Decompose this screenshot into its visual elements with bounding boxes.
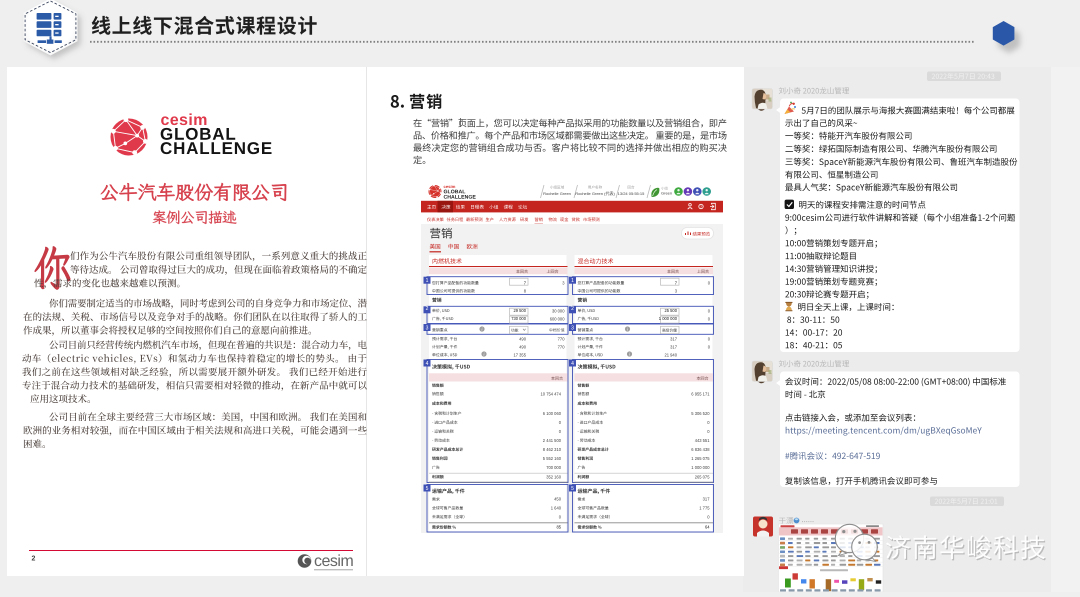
svg-text:3: 3 — [571, 326, 574, 332]
svg-text:1 640: 1 640 — [551, 506, 562, 511]
svg-text:490: 490 — [519, 336, 527, 341]
svg-text:600 000: 600 000 — [550, 316, 566, 321]
svg-text:Rochelle Green: Rochelle Green — [543, 191, 571, 196]
svg-text:6 100 060: 6 100 060 — [543, 411, 562, 416]
svg-text:85: 85 — [556, 525, 561, 530]
svg-text:317: 317 — [670, 344, 678, 349]
svg-text:770: 770 — [558, 344, 566, 349]
svg-text:352 160: 352 160 — [546, 474, 562, 479]
svg-text:30 000: 30 000 — [552, 308, 565, 313]
svg-text:1 265 075: 1 265 075 — [691, 456, 710, 461]
svg-text:5: 5 — [426, 486, 429, 492]
svg-text:317: 317 — [703, 497, 711, 502]
svg-text:265 075: 265 075 — [695, 474, 711, 479]
svg-text:25 500: 25 500 — [664, 308, 677, 313]
svg-text:13/24 05:55:15: 13/24 05:55:15 — [618, 191, 645, 196]
svg-text:1 000 000: 1 000 000 — [691, 465, 710, 470]
svg-text:6 836 438: 6 836 438 — [691, 447, 710, 452]
svg-text:4: 4 — [571, 361, 574, 367]
svg-text:29 500: 29 500 — [513, 308, 526, 313]
svg-text:700 000: 700 000 — [546, 465, 562, 470]
svg-text:?: ? — [700, 205, 702, 209]
svg-text:317: 317 — [670, 336, 678, 341]
svg-text:4: 4 — [426, 361, 429, 367]
svg-text:5 306 520: 5 306 520 — [691, 411, 710, 416]
svg-text:2 441 500: 2 441 500 — [543, 438, 562, 443]
svg-text:490: 490 — [519, 344, 527, 349]
svg-text:Rochelle Green (代表): Rochelle Green (代表) — [575, 190, 615, 196]
svg-text:1: 1 — [571, 278, 574, 284]
svg-text:1 775: 1 775 — [699, 506, 710, 511]
svg-text:21 940: 21 940 — [664, 352, 677, 357]
svg-text:450: 450 — [554, 497, 562, 502]
svg-text:770: 770 — [558, 336, 566, 341]
svg-text:64: 64 — [705, 525, 710, 530]
svg-text:5 552 160: 5 552 160 — [543, 456, 562, 461]
svg-text:2: 2 — [571, 306, 574, 312]
svg-text:443 551: 443 551 — [695, 438, 711, 443]
svg-text:8 462 310: 8 462 310 — [543, 447, 562, 452]
svg-text:6 955 171: 6 955 171 — [691, 391, 710, 396]
svg-text:5: 5 — [571, 486, 574, 492]
svg-text:2: 2 — [426, 306, 429, 312]
svg-text:17 355: 17 355 — [513, 352, 526, 357]
svg-text:730 000: 730 000 — [511, 316, 527, 321]
svg-text:1: 1 — [426, 278, 429, 284]
svg-text:10 754 474: 10 754 474 — [541, 391, 562, 396]
svg-text:3: 3 — [426, 326, 429, 332]
svg-text:Green: Green — [661, 191, 672, 196]
svg-text:2: 2 — [32, 556, 36, 563]
svg-text:1 000 000: 1 000 000 — [659, 316, 678, 321]
